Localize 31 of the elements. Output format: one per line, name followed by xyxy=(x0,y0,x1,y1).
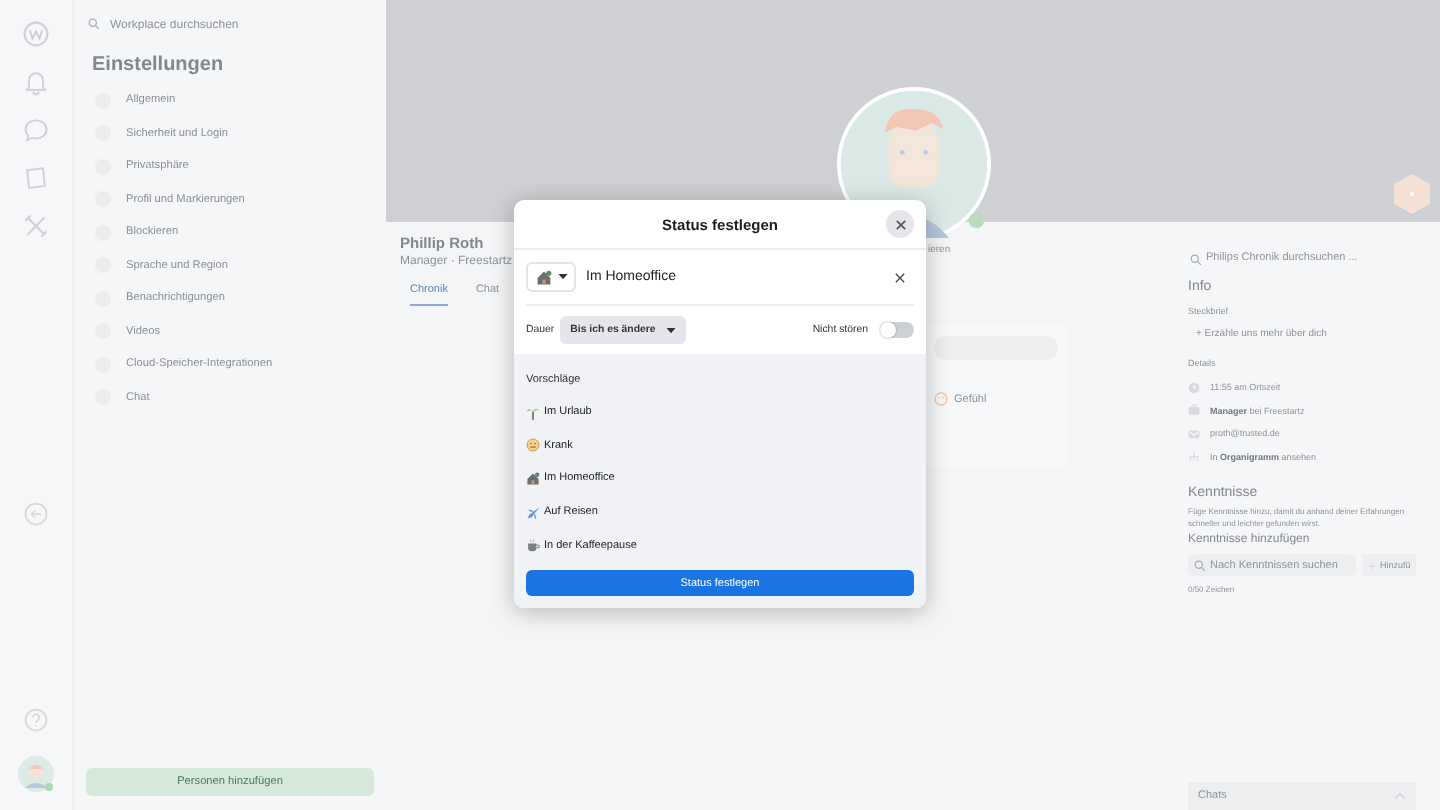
hexagon-icon[interactable] xyxy=(1392,172,1432,216)
airplane-icon xyxy=(526,505,540,520)
house-icon xyxy=(535,269,551,285)
caret-icon xyxy=(557,274,567,280)
clock-icon xyxy=(1188,381,1200,394)
sick-face-icon xyxy=(526,438,540,453)
tools-icon[interactable] xyxy=(22,212,50,240)
do-not-disturb-toggle[interactable] xyxy=(880,322,914,338)
chat-bubble-icon[interactable] xyxy=(22,116,50,144)
book-icon[interactable] xyxy=(22,164,50,192)
smiley-icon xyxy=(934,392,948,406)
search-icon xyxy=(1190,254,1202,266)
briefcase-icon xyxy=(1188,404,1200,417)
bell-icon[interactable] xyxy=(22,68,50,96)
search-icon xyxy=(1194,560,1206,573)
mail-icon xyxy=(1188,427,1200,440)
workplace-logo-icon[interactable] xyxy=(22,20,50,48)
clear-icon[interactable] xyxy=(894,271,906,283)
org-chart-icon xyxy=(1188,450,1200,463)
coffee-cup-icon xyxy=(526,538,540,553)
house-icon xyxy=(526,471,540,486)
user-avatar-icon[interactable] xyxy=(16,754,56,794)
search-icon xyxy=(88,18,100,30)
palm-tree-icon xyxy=(526,405,540,420)
close-button[interactable] xyxy=(886,210,914,238)
close-icon xyxy=(893,217,907,231)
help-icon[interactable] xyxy=(22,706,50,734)
composer-field[interactable] xyxy=(934,336,1058,360)
emoji-picker-button[interactable] xyxy=(526,262,576,292)
caret-icon xyxy=(665,327,676,333)
settings-title: Einstellungen xyxy=(92,54,226,76)
